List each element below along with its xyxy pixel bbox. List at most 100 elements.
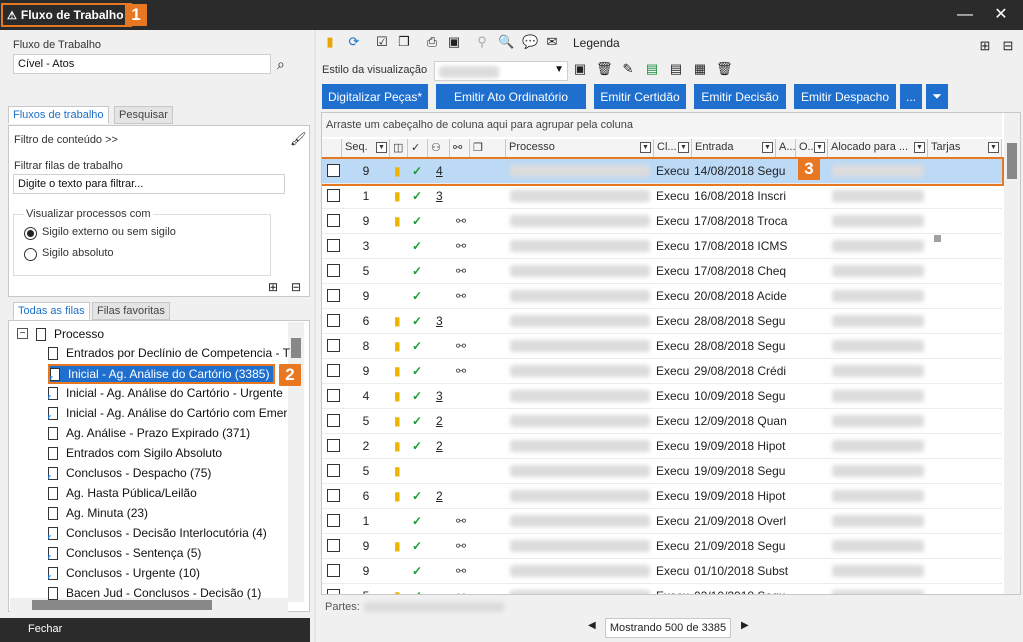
tree-item[interactable]: ★ Inicial - Ag. Análise do Cartório (3385… xyxy=(48,364,276,384)
tree-expand-icon[interactable]: ⊞ xyxy=(268,280,278,294)
delete-view-icon[interactable]: 🗑 xyxy=(596,61,613,77)
close-icon[interactable]: ✕ xyxy=(993,7,1009,23)
attachment-count[interactable]: 4 xyxy=(436,159,450,183)
filter-queues-input[interactable]: Digite o texto para filtrar... xyxy=(13,174,285,194)
table-row[interactable]: 5 ✓ ⚯ Execu 17/08/2018 Cheq xyxy=(322,259,1002,284)
radio-absolute[interactable] xyxy=(24,248,37,261)
zoom-icon[interactable]: 🔍 xyxy=(498,34,514,50)
row-checkbox[interactable] xyxy=(327,289,340,302)
tab-fluxos[interactable]: Fluxos de trabalho xyxy=(8,106,109,124)
header-select[interactable] xyxy=(322,139,342,157)
edit-icon[interactable]: ✎ xyxy=(620,61,636,77)
table-row[interactable]: 4 ▮ ✓ 3 Execu 10/09/2018 Segu xyxy=(322,384,1002,409)
dispatch-button[interactable]: Emitir Despacho xyxy=(794,84,896,109)
tree-item[interactable]: ★ Conclusos - Sentença (5) xyxy=(48,544,201,562)
row-checkbox[interactable] xyxy=(327,314,340,327)
save-view-icon[interactable]: ▣ xyxy=(572,61,588,77)
row-checkbox[interactable] xyxy=(327,464,340,477)
tree-item[interactable]: Bacen Jud - Conclusos - Decisão (1) xyxy=(48,584,261,602)
select-icon[interactable]: ☑ xyxy=(374,34,390,50)
trash-icon[interactable]: 🗑 xyxy=(716,61,733,77)
tree-item[interactable]: ★ Inicial - Ag. Análise do Cartório com E… xyxy=(48,404,287,422)
dropdown-menu-icon[interactable]: ⏷ xyxy=(926,84,948,109)
attachment-count[interactable]: 3 xyxy=(436,184,450,208)
table-row[interactable]: 8 ▮ ✓ ⚯ Execu 28/08/2018 Segu xyxy=(322,334,1002,359)
tree-item[interactable]: Ag. Análise - Prazo Expirado (371) xyxy=(48,424,250,442)
ordinance-button[interactable]: Emitir Ato Ordinatório xyxy=(436,84,586,109)
row-checkbox[interactable] xyxy=(327,589,340,594)
document-icon[interactable]: ▤ xyxy=(668,61,684,77)
table-row[interactable]: 9 ▮ ✓ ⚯ Execu 17/08/2018 Troca xyxy=(322,209,1002,234)
table-row[interactable]: 1 ▮ ✓ 3 Execu 16/08/2018 Inscri xyxy=(322,184,1002,209)
row-checkbox[interactable] xyxy=(327,389,340,402)
bookmark-icon[interactable]: ▮ xyxy=(322,34,338,50)
tree-toggle-icon[interactable]: − xyxy=(17,328,28,339)
table-row[interactable]: 1 ✓ ⚯ Execu 21/09/2018 Overl xyxy=(322,509,1002,534)
header-a[interactable]: A... xyxy=(776,139,796,157)
row-checkbox[interactable] xyxy=(327,189,340,202)
row-checkbox[interactable] xyxy=(327,564,340,577)
comment-icon[interactable]: 💬 xyxy=(522,34,538,50)
close-button[interactable]: Fechar xyxy=(0,618,310,642)
excel-icon[interactable]: ▤ xyxy=(644,61,660,77)
header-flag[interactable]: ◫ xyxy=(390,139,408,157)
tab-all-queues[interactable]: Todas as filas xyxy=(13,302,90,320)
table-row[interactable]: 3 ✓ ⚯ Execu 17/08/2018 ICMS xyxy=(322,234,1002,259)
row-checkbox[interactable] xyxy=(327,214,340,227)
table-row[interactable]: 6 ▮ ✓ 3 Execu 28/08/2018 Segu xyxy=(322,309,1002,334)
tree-item[interactable]: Entrados por Declínio de Competencia - T xyxy=(48,344,290,362)
workflow-field[interactable]: Cível - Atos xyxy=(13,54,271,74)
table-row[interactable]: 6 ▮ ✓ 2 Execu 19/09/2018 Hipot xyxy=(322,484,1002,509)
header-class[interactable]: Cl... ▼ xyxy=(654,139,692,157)
decision-button[interactable]: Emitir Decisão xyxy=(694,84,786,109)
tree-item[interactable]: Entrados com Sigilo Absoluto xyxy=(48,444,222,462)
prev-page-icon[interactable]: ◀ xyxy=(588,620,596,631)
header-tarjas[interactable]: Tarjas ▼ xyxy=(928,139,1002,157)
content-filter-link[interactable]: Filtro de conteúdo >> xyxy=(14,134,118,146)
minimize-icon[interactable]: — xyxy=(957,7,973,23)
remove-icon[interactable]: ✉ xyxy=(544,34,560,50)
grid-vscroll-thumb[interactable] xyxy=(1007,143,1017,179)
certificate-button[interactable]: Emitir Certidão xyxy=(594,84,686,109)
header-check[interactable]: ✓ xyxy=(408,139,428,157)
view-style-select[interactable]: ▼ xyxy=(434,61,568,81)
save-icon[interactable]: ▣ xyxy=(446,34,462,50)
row-checkbox[interactable] xyxy=(327,414,340,427)
row-checkbox[interactable] xyxy=(327,514,340,527)
table-row[interactable]: 9 ▮ ✓ ⚯ Execu 29/08/2018 Crédi xyxy=(322,359,1002,384)
tree-item[interactable]: ★ Conclusos - Despacho (75) xyxy=(48,464,211,482)
row-checkbox[interactable] xyxy=(327,164,340,177)
collapse-all-icon[interactable]: ⊟ xyxy=(1000,38,1016,54)
tab-pesquisar[interactable]: Pesquisar xyxy=(114,106,173,124)
row-checkbox[interactable] xyxy=(327,339,340,352)
row-checkbox[interactable] xyxy=(327,539,340,552)
header-o[interactable]: O... ▼ xyxy=(796,139,828,157)
attachment-count[interactable]: 2 xyxy=(436,434,450,458)
header-users[interactable]: ⚇ xyxy=(428,139,450,157)
row-checkbox[interactable] xyxy=(327,439,340,452)
expand-all-icon[interactable]: ⊞ xyxy=(977,38,993,54)
copy-icon[interactable]: ❐ xyxy=(396,34,412,50)
brush-icon[interactable]: 🖌 xyxy=(290,131,307,147)
table-row[interactable]: 9 ▮ ✓ ⚯ Execu 21/09/2018 Segu xyxy=(322,534,1002,559)
attachment-count[interactable]: 3 xyxy=(436,309,450,333)
digitize-button[interactable]: Digitalizar Peças* xyxy=(322,84,428,109)
tree-action-icon[interactable]: ⚲ xyxy=(474,34,490,50)
search-icon[interactable]: ⌕ xyxy=(277,56,285,73)
attachment-count[interactable]: 2 xyxy=(436,484,450,508)
attachment-count[interactable]: 2 xyxy=(436,409,450,433)
header-docs[interactable]: ❐ xyxy=(470,139,506,157)
table-row[interactable]: 9 ▮ ✓ 4 Execu 14/08/2018 Segu xyxy=(322,157,1004,186)
table-row[interactable]: 5 ▮ ✓ ⚯ Execu02/10/2018 Segu xyxy=(322,584,1002,594)
header-link[interactable]: ⚯ xyxy=(450,139,470,157)
grid-vscroll[interactable] xyxy=(1004,113,1020,594)
radio-external[interactable] xyxy=(24,227,37,240)
header-allocated[interactable]: Alocado para ... ▼ xyxy=(828,139,928,157)
more-button[interactable]: ... xyxy=(900,84,922,109)
header-entrada[interactable]: Entrada ▼ xyxy=(692,139,776,157)
header-seq[interactable]: Seq. ▼ xyxy=(342,139,390,157)
row-checkbox[interactable] xyxy=(327,264,340,277)
header-process[interactable]: Processo ▼ xyxy=(506,139,654,157)
tree-item[interactable]: Ag. Hasta Pública/Leilão xyxy=(48,484,197,502)
table-row[interactable]: 5 ▮ ✓ 2 Execu 12/09/2018 Quan xyxy=(322,409,1002,434)
